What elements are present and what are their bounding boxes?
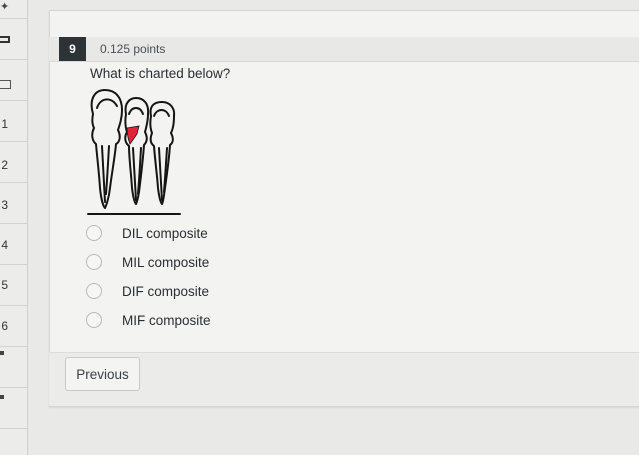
mark-icon xyxy=(0,395,4,399)
pin-icon: ✦ xyxy=(0,1,10,13)
question-number-badge: 9 xyxy=(59,37,86,61)
tooth-crown-arch xyxy=(153,109,170,117)
nav-cell[interactable] xyxy=(0,19,27,60)
nav-number: 3 xyxy=(1,198,8,212)
radio-button[interactable] xyxy=(86,225,102,241)
nav-number: 2 xyxy=(1,158,8,172)
question-nav: ✦ 1 2 3 4 5 6 xyxy=(0,0,28,455)
tooth-chart-image xyxy=(87,89,181,215)
nav-number: 5 xyxy=(1,278,8,292)
question-points: 0.125 points xyxy=(100,42,166,56)
nav-cell[interactable] xyxy=(0,347,27,388)
tooth-crown-arch xyxy=(96,98,118,109)
flag-icon xyxy=(0,36,10,43)
tooth-root-line xyxy=(163,147,168,193)
nav-item-5[interactable]: 5 xyxy=(0,265,27,306)
answer-option[interactable]: MIL composite xyxy=(86,251,209,273)
answer-option[interactable]: DIL composite xyxy=(86,222,208,244)
mark-icon xyxy=(0,351,4,355)
answer-option-label[interactable]: DIL composite xyxy=(122,226,208,241)
answer-option-label[interactable]: MIF composite xyxy=(122,313,211,328)
nav-cell[interactable] xyxy=(0,388,27,429)
nav-cell[interactable]: ✦ xyxy=(0,0,27,19)
answer-option[interactable]: DIF composite xyxy=(86,280,209,302)
radio-button[interactable] xyxy=(86,254,102,270)
tooth-crown-arch xyxy=(128,107,144,115)
nav-item-2[interactable]: 2 xyxy=(0,142,27,183)
nav-number: 1 xyxy=(1,117,8,131)
answer-option[interactable]: MIF composite xyxy=(86,309,211,331)
nav-cell[interactable] xyxy=(0,60,27,101)
nav-item-3[interactable]: 3 xyxy=(0,183,27,224)
question-prompt: What is charted below? xyxy=(90,66,231,81)
nav-item-6[interactable]: 6 xyxy=(0,306,27,347)
nav-item-1[interactable]: 1 xyxy=(0,101,27,142)
answer-option-label[interactable]: MIL composite xyxy=(122,255,209,270)
radio-button[interactable] xyxy=(86,312,102,328)
nav-number: 6 xyxy=(1,319,8,333)
nav-number: 4 xyxy=(1,238,8,252)
radio-button[interactable] xyxy=(86,283,102,299)
tooth-root-line xyxy=(101,145,106,203)
nav-item-4[interactable]: 4 xyxy=(0,224,27,265)
answer-option-label[interactable]: DIF composite xyxy=(122,284,209,299)
list-icon xyxy=(0,80,11,89)
tooth-root-line xyxy=(105,145,110,195)
composite-restoration-mark xyxy=(126,125,140,145)
previous-button[interactable]: Previous xyxy=(65,357,140,391)
